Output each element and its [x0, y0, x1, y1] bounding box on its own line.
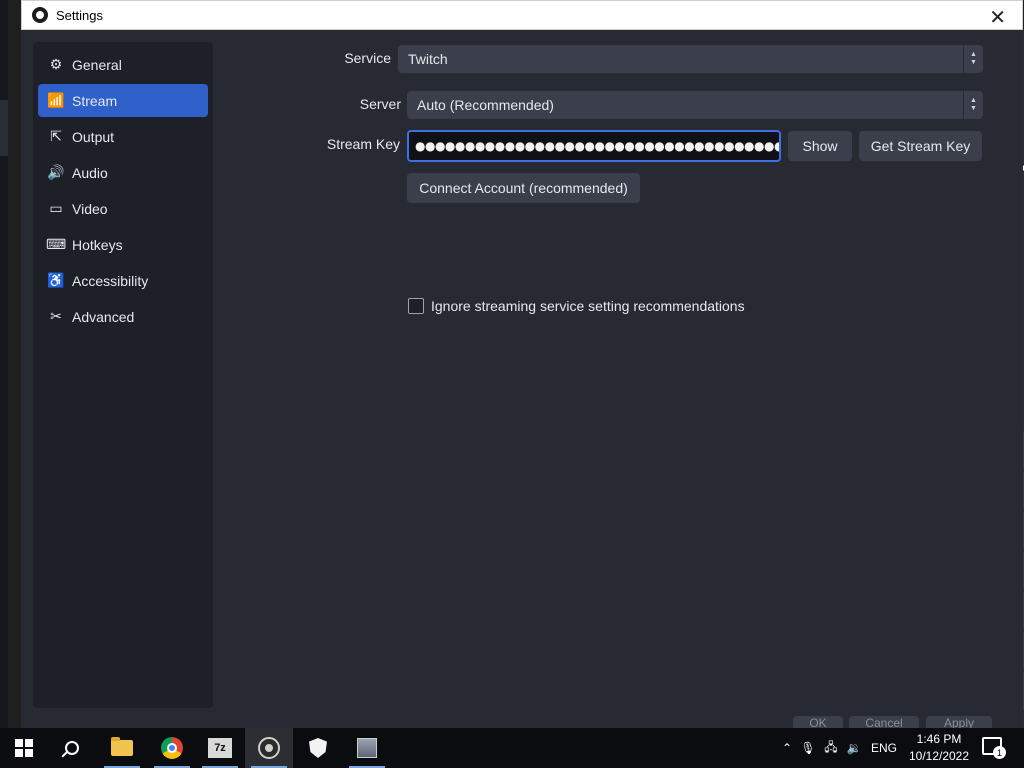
- sidebar-item-general[interactable]: ⚙ General: [38, 48, 208, 81]
- clock-date: 10/12/2022: [908, 749, 970, 763]
- server-select[interactable]: Auto (Recommended) ▲ ▼: [407, 91, 983, 119]
- title-bar: Settings ✕: [21, 0, 1023, 30]
- ignore-recommendations-label: Ignore streaming service setting recomme…: [431, 298, 745, 314]
- sidebar-item-label: Hotkeys: [72, 236, 123, 253]
- sidebar-item-label: Output: [72, 128, 115, 145]
- obs-icon: [258, 737, 280, 759]
- system-tray: ⌃ 🎙 🖧 🔉 ENG: [778, 728, 902, 768]
- chevron-up-icon[interactable]: ⌃: [778, 741, 796, 755]
- start-button[interactable]: [0, 728, 48, 768]
- keyboard-icon: ⌨: [46, 236, 67, 252]
- stream-key-label: Stream Key: [326, 136, 400, 152]
- sidebar-item-output[interactable]: ⇱ Output: [38, 120, 208, 153]
- chrome-icon: [161, 737, 183, 759]
- sidebar-item-audio[interactable]: 🔊 Audio: [38, 156, 208, 189]
- taskbar-obs[interactable]: [245, 728, 293, 768]
- monitor-icon: ▭: [49, 200, 63, 216]
- stream-key-input[interactable]: ●●●●●●●●●●●●●●●●●●●●●●●●●●●●●●●●●●●●●●●●…: [407, 130, 781, 162]
- notification-center-icon[interactable]: 1: [982, 737, 1006, 759]
- taskbar-search-button[interactable]: [48, 728, 96, 768]
- taskbar-7zip[interactable]: 7z: [196, 728, 244, 768]
- app-icon: [357, 738, 377, 758]
- sidebar-item-video[interactable]: ▭ Video: [38, 192, 208, 225]
- tools-icon: ✂: [50, 308, 62, 324]
- get-stream-key-button[interactable]: Get Stream Key: [859, 131, 982, 161]
- sidebar-item-label: Advanced: [72, 308, 135, 325]
- volume-icon[interactable]: 🔉: [842, 741, 866, 755]
- sidebar-item-label: General: [72, 56, 122, 73]
- window-title: Settings: [56, 7, 103, 23]
- connect-account-button[interactable]: Connect Account (recommended): [407, 173, 640, 203]
- notification-count-badge: 1: [993, 746, 1006, 759]
- settings-window: Settings ✕ ⚙ General 📶 Stream ⇱ Output 🔊…: [21, 0, 1023, 730]
- antenna-icon: 📶: [47, 92, 65, 108]
- taskbar-app[interactable]: [343, 728, 391, 768]
- service-label: Service: [344, 50, 391, 66]
- taskbar-security[interactable]: [294, 728, 342, 768]
- close-icon[interactable]: ✕: [989, 5, 1006, 30]
- service-value: Twitch: [408, 51, 448, 67]
- sidebar-item-label: Stream: [72, 92, 118, 109]
- speaker-icon: 🔊: [47, 164, 65, 180]
- sidebar-item-hotkeys[interactable]: ⌨ Hotkeys: [38, 228, 208, 261]
- sidebar-item-advanced[interactable]: ✂ Advanced: [38, 300, 208, 333]
- background-window-edge: [0, 0, 8, 728]
- language-indicator[interactable]: ENG: [866, 741, 902, 755]
- sidebar-item-label: Video: [72, 200, 108, 217]
- settings-sidebar: ⚙ General 📶 Stream ⇱ Output 🔊 Audio ▭ Vi…: [33, 42, 213, 708]
- microphone-icon[interactable]: 🎙: [796, 741, 820, 755]
- ignore-recommendations-checkbox[interactable]: [408, 298, 424, 314]
- 7zip-icon: 7z: [208, 738, 232, 758]
- gear-icon: ⚙: [49, 56, 63, 72]
- folder-icon: [111, 737, 133, 756]
- taskbar-file-explorer[interactable]: [98, 728, 146, 768]
- sidebar-item-label: Audio: [72, 164, 108, 181]
- service-select[interactable]: Twitch ▲ ▼: [398, 45, 983, 73]
- search-icon: [65, 741, 79, 755]
- security-shield-icon: [309, 738, 327, 758]
- sidebar-item-accessibility[interactable]: ♿ Accessibility: [38, 264, 208, 297]
- sidebar-item-stream[interactable]: 📶 Stream: [38, 84, 208, 117]
- sidebar-item-label: Accessibility: [72, 272, 149, 289]
- taskbar-clock[interactable]: 1:46 PM 10/12/2022: [904, 731, 974, 765]
- server-label: Server: [359, 96, 401, 112]
- output-icon: ⇱: [50, 128, 62, 144]
- obs-logo-icon: [32, 7, 48, 23]
- windows-start-icon: [15, 739, 33, 757]
- show-key-button[interactable]: Show: [788, 131, 852, 161]
- network-icon[interactable]: 🖧: [820, 738, 842, 759]
- accessibility-icon: ♿: [47, 272, 65, 288]
- chevron-updown-icon: ▲ ▼: [963, 91, 983, 119]
- chevron-updown-icon: ▲ ▼: [963, 45, 983, 73]
- server-value: Auto (Recommended): [417, 97, 554, 113]
- taskbar-chrome[interactable]: [148, 728, 196, 768]
- clock-time: 1:46 PM: [916, 732, 962, 746]
